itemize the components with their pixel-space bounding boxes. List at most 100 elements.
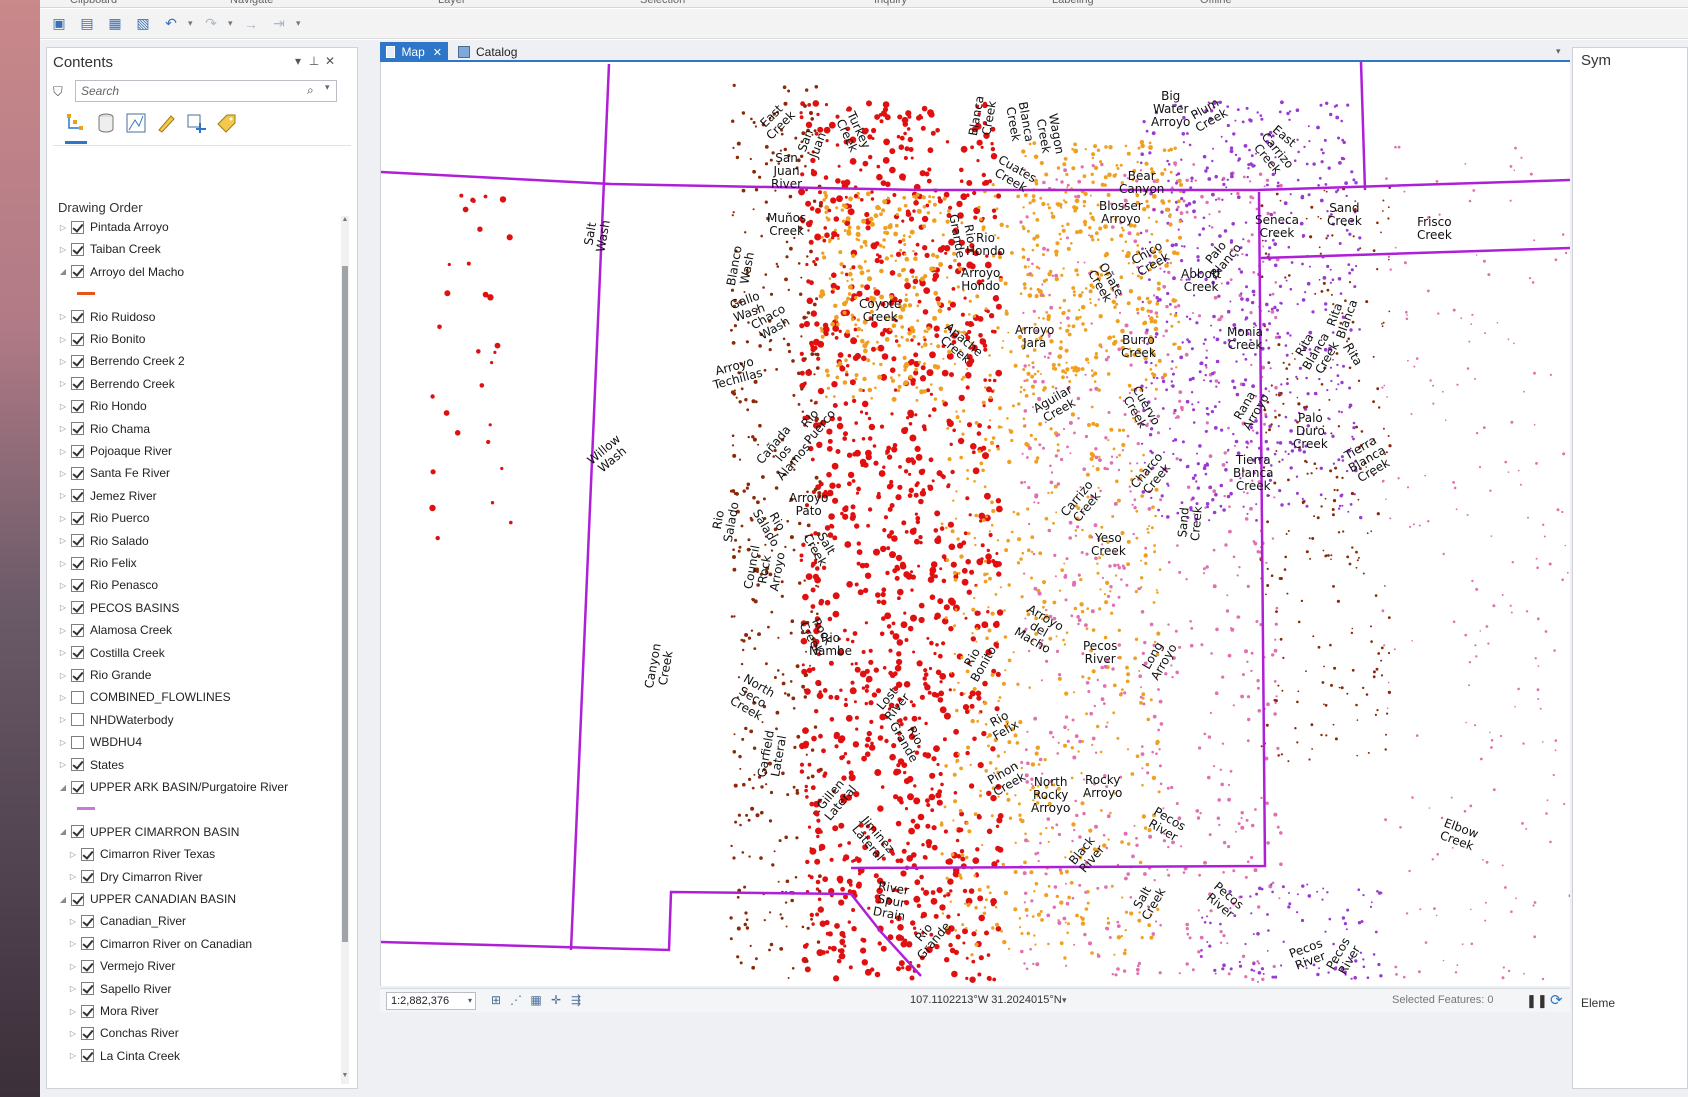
- pin-icon[interactable]: ⊥: [307, 54, 321, 68]
- layer-item[interactable]: ▷ States: [47, 754, 124, 776]
- layer-item[interactable]: ▷ Rio Hondo: [47, 395, 147, 417]
- expand-arrow-icon[interactable]: ▷: [67, 962, 79, 971]
- layer-item[interactable]: ▷ WBDHU4: [47, 731, 142, 753]
- expand-arrow-icon[interactable]: ▷: [67, 850, 79, 859]
- search-icon[interactable]: ⌕: [307, 83, 314, 98]
- layer-item[interactable]: ▷ PECOS BASINS: [47, 597, 179, 619]
- scroll-thumb[interactable]: [342, 266, 348, 942]
- layer-visibility-checkbox[interactable]: [71, 713, 84, 727]
- grid-icon[interactable]: ▦: [528, 993, 544, 1009]
- export-icon[interactable]: ⇥: [268, 13, 290, 35]
- layer-item[interactable]: ▷ Pintada Arroyo: [47, 216, 169, 238]
- scale-selector[interactable]: 1:2,882,376 ▾: [386, 992, 476, 1010]
- forward-icon[interactable]: →: [240, 13, 262, 35]
- layer-visibility-checkbox[interactable]: [71, 578, 84, 592]
- layer-visibility-checkbox[interactable]: [71, 690, 84, 704]
- layer-item[interactable]: ◢ UPPER ARK BASIN/Purgatoire River: [47, 776, 288, 798]
- layer-visibility-checkbox[interactable]: [81, 1004, 94, 1018]
- collapse-arrow-icon[interactable]: ◢: [57, 783, 69, 792]
- layer-item[interactable]: ▷ Alamosa Creek: [47, 619, 172, 641]
- new-project-icon[interactable]: ▣: [48, 13, 70, 35]
- expand-arrow-icon[interactable]: ▷: [57, 648, 69, 657]
- expand-arrow-icon[interactable]: ▷: [67, 917, 79, 926]
- expand-arrow-icon[interactable]: ▷: [57, 514, 69, 523]
- collapse-arrow-icon[interactable]: ◢: [57, 267, 69, 276]
- map-view[interactable]: East Creek San Juan River San Juan Turkey C…: [380, 62, 1570, 986]
- expand-arrow-icon[interactable]: ▷: [57, 715, 69, 724]
- layer-visibility-checkbox[interactable]: [81, 982, 94, 996]
- expand-arrow-icon[interactable]: ▷: [67, 1029, 79, 1038]
- grid-snap-icon[interactable]: ⊞: [488, 993, 504, 1009]
- layer-visibility-checkbox[interactable]: [71, 377, 84, 391]
- layer-item[interactable]: ▷ NHDWaterbody: [47, 709, 174, 731]
- save-project-icon[interactable]: ▦: [104, 13, 126, 35]
- expand-arrow-icon[interactable]: ▷: [67, 984, 79, 993]
- layer-visibility-checkbox[interactable]: [71, 444, 84, 458]
- layer-visibility-checkbox[interactable]: [71, 534, 84, 548]
- list-by-data-source-icon[interactable]: [93, 110, 119, 136]
- expand-arrow-icon[interactable]: ▷: [57, 312, 69, 321]
- search-input[interactable]: [75, 80, 337, 102]
- expand-arrow-icon[interactable]: ▷: [57, 245, 69, 254]
- layer-item[interactable]: ▷ Vermejo River: [47, 955, 175, 977]
- layer-item[interactable]: ▷ Taiban Creek: [47, 238, 161, 260]
- layer-visibility-checkbox[interactable]: [71, 825, 84, 839]
- scroll-down-icon[interactable]: ▼: [341, 1072, 349, 1079]
- tab-catalog[interactable]: Catalog: [452, 42, 523, 62]
- expand-arrow-icon[interactable]: ▷: [57, 603, 69, 612]
- expand-arrow-icon[interactable]: ▷: [57, 693, 69, 702]
- layer-visibility-checkbox[interactable]: [71, 310, 84, 324]
- layer-item[interactable]: ▷ Berrendo Creek: [47, 373, 175, 395]
- navigator-icon[interactable]: ⇶: [568, 993, 584, 1009]
- list-by-selection-icon[interactable]: [123, 110, 149, 136]
- layer-visibility-checkbox[interactable]: [81, 1049, 94, 1063]
- layer-visibility-checkbox[interactable]: [71, 511, 84, 525]
- scale-dropdown-icon[interactable]: ▾: [468, 993, 472, 1009]
- layer-visibility-checkbox[interactable]: [71, 332, 84, 346]
- open-project-icon[interactable]: ▤: [76, 13, 98, 35]
- redo-dropdown-icon[interactable]: ▾: [228, 18, 234, 29]
- refresh-icon[interactable]: ⟳: [1550, 991, 1563, 1009]
- layer-item[interactable]: ▷ Cimarron River Texas: [47, 843, 215, 865]
- expand-arrow-icon[interactable]: ▷: [57, 447, 69, 456]
- layer-visibility-checkbox[interactable]: [71, 265, 84, 279]
- selected-features-count[interactable]: Selected Features: 0: [1392, 994, 1494, 1006]
- expand-arrow-icon[interactable]: ▷: [67, 939, 79, 948]
- layer-item[interactable]: ▷ Conchas River: [47, 1022, 179, 1044]
- layer-item[interactable]: ▷ Mora River: [47, 1000, 159, 1022]
- expand-arrow-icon[interactable]: ▷: [67, 1051, 79, 1060]
- layer-item[interactable]: ▷ Rio Bonito: [47, 328, 145, 350]
- layer-list-scrollbar[interactable]: ▲ ▼: [341, 216, 349, 1084]
- collapse-arrow-icon[interactable]: ◢: [57, 827, 69, 836]
- coordinate-format-dropdown-icon[interactable]: ▾: [1062, 995, 1067, 1006]
- expand-arrow-icon[interactable]: ▷: [57, 469, 69, 478]
- layer-item[interactable]: ▷ Rio Chama: [47, 418, 150, 440]
- list-by-labeling-icon[interactable]: [213, 110, 239, 136]
- layer-visibility-checkbox[interactable]: [81, 870, 94, 884]
- list-by-drawing-order-icon[interactable]: [63, 110, 89, 144]
- layer-item[interactable]: ▷ Sapello River: [47, 978, 171, 1000]
- layer-visibility-checkbox[interactable]: [81, 847, 94, 861]
- expand-arrow-icon[interactable]: ▷: [57, 491, 69, 500]
- layer-visibility-checkbox[interactable]: [71, 668, 84, 682]
- layer-item[interactable]: ▷ Rio Puerco: [47, 507, 149, 529]
- pane-options-icon[interactable]: ▾: [291, 54, 305, 68]
- save-as-icon[interactable]: ▧: [132, 13, 154, 35]
- layer-visibility-checkbox[interactable]: [71, 422, 84, 436]
- layer-item[interactable]: ▷ La Cinta Creek: [47, 1045, 180, 1067]
- layer-visibility-checkbox[interactable]: [71, 601, 84, 615]
- layer-visibility-checkbox[interactable]: [71, 780, 84, 794]
- filter-icon[interactable]: ⛉: [53, 84, 63, 100]
- scroll-up-icon[interactable]: ▲: [341, 216, 349, 223]
- tab-list-dropdown-icon[interactable]: ▾: [1556, 46, 1561, 57]
- layer-item[interactable]: ▷ Rio Grande: [47, 664, 151, 686]
- layer-visibility-checkbox[interactable]: [71, 623, 84, 637]
- layer-visibility-checkbox[interactable]: [81, 1026, 94, 1040]
- redo-icon[interactable]: ↷: [200, 13, 222, 35]
- expand-arrow-icon[interactable]: ▷: [57, 223, 69, 232]
- pause-drawing-icon[interactable]: ❚❚: [1526, 993, 1548, 1009]
- expand-arrow-icon[interactable]: ▷: [57, 581, 69, 590]
- layer-item[interactable]: ▷ Cimarron River on Canadian: [47, 933, 252, 955]
- layer-symbol-swatch[interactable]: [77, 292, 95, 296]
- list-by-snapping-icon[interactable]: [183, 110, 209, 136]
